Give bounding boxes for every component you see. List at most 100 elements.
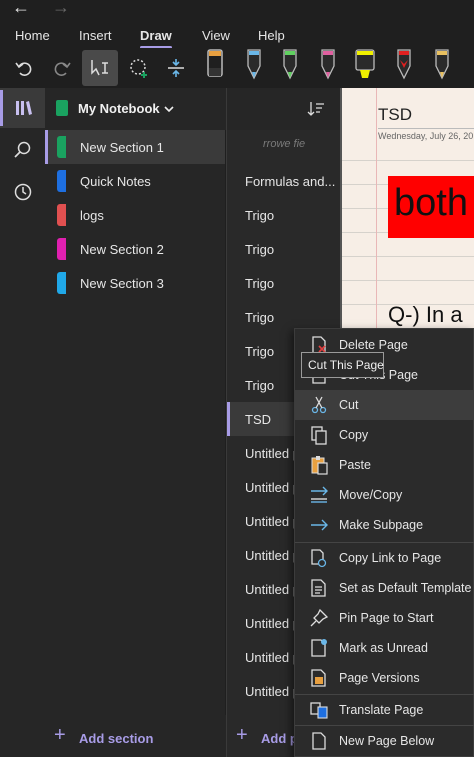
template-icon <box>309 578 329 598</box>
ruled-line <box>342 256 474 257</box>
page-item[interactable]: Formulas and... <box>227 164 340 198</box>
sort-icon[interactable] <box>307 100 325 123</box>
pin-icon <box>309 608 329 628</box>
type-select-icon[interactable] <box>82 50 118 86</box>
notebook-icon <box>56 100 68 116</box>
menu-item-label: Set as Default Template <box>339 581 472 595</box>
recent-icon[interactable] <box>0 172 45 212</box>
section-item[interactable]: New Section 1 <box>45 130 225 164</box>
menu-item-set-default-template[interactable]: Set as Default Template <box>295 573 474 603</box>
tab-help[interactable]: Help <box>258 28 285 43</box>
menu-item-label: Page Versions <box>339 671 420 685</box>
page-label: Formulas and... <box>245 174 336 189</box>
tooltip: Cut This Page <box>301 352 384 378</box>
tab-home[interactable]: Home <box>15 28 50 43</box>
page-item[interactable]: Trigo <box>227 266 340 300</box>
page-label: Trigo <box>245 378 275 393</box>
pen-icon[interactable] <box>394 48 414 89</box>
ruled-line <box>342 160 474 161</box>
page-label: TSD <box>245 412 271 427</box>
add-space-icon[interactable] <box>160 52 192 84</box>
highlight-text[interactable]: both <box>394 182 468 225</box>
unread-icon <box>309 638 329 658</box>
page-item[interactable]: Trigo <box>227 198 340 232</box>
menu-item-mark-unread[interactable]: Mark as Unread <box>295 633 474 663</box>
paste-icon <box>309 455 329 475</box>
chevron-down-icon[interactable] <box>163 102 175 120</box>
notebooks-icon[interactable] <box>0 88 45 128</box>
draw-toolbar <box>0 48 474 88</box>
move-copy-icon <box>309 485 329 505</box>
context-menu: Delete Page Cut This Page Cut Copy Paste <box>294 328 474 757</box>
plus-icon: + <box>236 724 248 746</box>
pen-icon[interactable] <box>205 48 225 89</box>
sections-pane: New Section 1 Quick Notes logs New Secti… <box>45 130 225 715</box>
onenote-window: ← → Home Insert Draw View Help My Notebo… <box>0 0 474 757</box>
menu-item-make-subpage[interactable]: Make Subpage <box>295 510 474 540</box>
menu-item-page-versions[interactable]: Page Versions <box>295 663 474 693</box>
faded-ink-scribble: rrowe fie <box>263 138 306 150</box>
menu-item-label: Translate Page <box>339 703 424 717</box>
versions-icon <box>309 668 329 688</box>
copy-icon <box>309 425 329 445</box>
menu-item-label: Move/Copy <box>339 488 403 502</box>
notebook-name[interactable]: My Notebook <box>78 101 160 116</box>
question-text[interactable]: Q-) In a <box>388 302 463 328</box>
copy-link-icon <box>309 548 329 568</box>
back-arrow-icon[interactable]: ← <box>12 0 30 16</box>
menu-item-move-copy[interactable]: Move/Copy <box>295 480 474 510</box>
pen-icon[interactable] <box>244 48 264 89</box>
ruled-line <box>342 280 474 281</box>
section-item[interactable]: logs <box>45 198 225 232</box>
menu-item-new-page-below[interactable]: New Page Below <box>295 726 474 756</box>
section-color-tab <box>57 170 66 192</box>
page-label: Trigo <box>245 344 275 359</box>
section-item[interactable]: New Section 2 <box>45 232 225 266</box>
menu-item-translate-page[interactable]: Translate Page <box>295 695 474 725</box>
redo-icon[interactable] <box>46 52 78 84</box>
page-label: Trigo <box>245 208 275 223</box>
highlighter-icon[interactable] <box>352 48 378 89</box>
add-section-label: Add section <box>79 731 154 746</box>
page-title[interactable]: TSD <box>378 105 412 125</box>
section-item[interactable]: Quick Notes <box>45 164 225 198</box>
page-item[interactable]: Trigo <box>227 232 340 266</box>
tab-insert[interactable]: Insert <box>79 28 112 43</box>
section-color-tab <box>57 272 66 294</box>
menu-item-copy-link[interactable]: Copy Link to Page <box>295 543 474 573</box>
menu-item-label: Delete Page <box>339 338 408 352</box>
undo-icon[interactable] <box>8 52 40 84</box>
title-underline <box>378 128 474 129</box>
notebook-header[interactable]: My Notebook <box>45 88 340 130</box>
pen-icon[interactable] <box>432 48 452 89</box>
menu-item-label: Mark as Unread <box>339 641 428 655</box>
menu-item-label: Cut <box>339 398 359 412</box>
plus-icon: + <box>54 724 66 746</box>
section-label: New Section 2 <box>80 242 164 257</box>
add-section-button[interactable]: + Add section <box>45 715 227 757</box>
section-label: Quick Notes <box>80 174 151 189</box>
search-icon[interactable] <box>0 130 45 170</box>
menu-item-label: New Page Below <box>339 734 435 748</box>
section-label: logs <box>80 208 104 223</box>
section-color-tab <box>57 136 66 158</box>
section-color-tab <box>57 204 66 226</box>
menu-item-copy[interactable]: Copy <box>295 420 474 450</box>
tab-view[interactable]: View <box>202 28 230 43</box>
translate-icon <box>309 700 329 720</box>
menu-item-label: Make Subpage <box>339 518 424 532</box>
lasso-select-icon[interactable] <box>123 52 155 84</box>
pen-icon[interactable] <box>318 48 338 89</box>
menu-item-paste[interactable]: Paste <box>295 450 474 480</box>
forward-arrow-icon[interactable]: → <box>52 0 70 16</box>
tab-draw[interactable]: Draw <box>140 28 172 43</box>
menu-item-cut[interactable]: Cut <box>295 390 474 420</box>
pen-icon[interactable] <box>280 48 300 89</box>
page-label: Trigo <box>245 276 275 291</box>
menu-item-label: Pin Page to Start <box>339 611 434 625</box>
section-item[interactable]: New Section 3 <box>45 266 225 300</box>
section-label: New Section 1 <box>80 140 164 155</box>
new-page-icon <box>309 731 329 751</box>
menu-item-pin-to-start[interactable]: Pin Page to Start <box>295 603 474 633</box>
subpage-arrow-icon <box>309 515 329 535</box>
